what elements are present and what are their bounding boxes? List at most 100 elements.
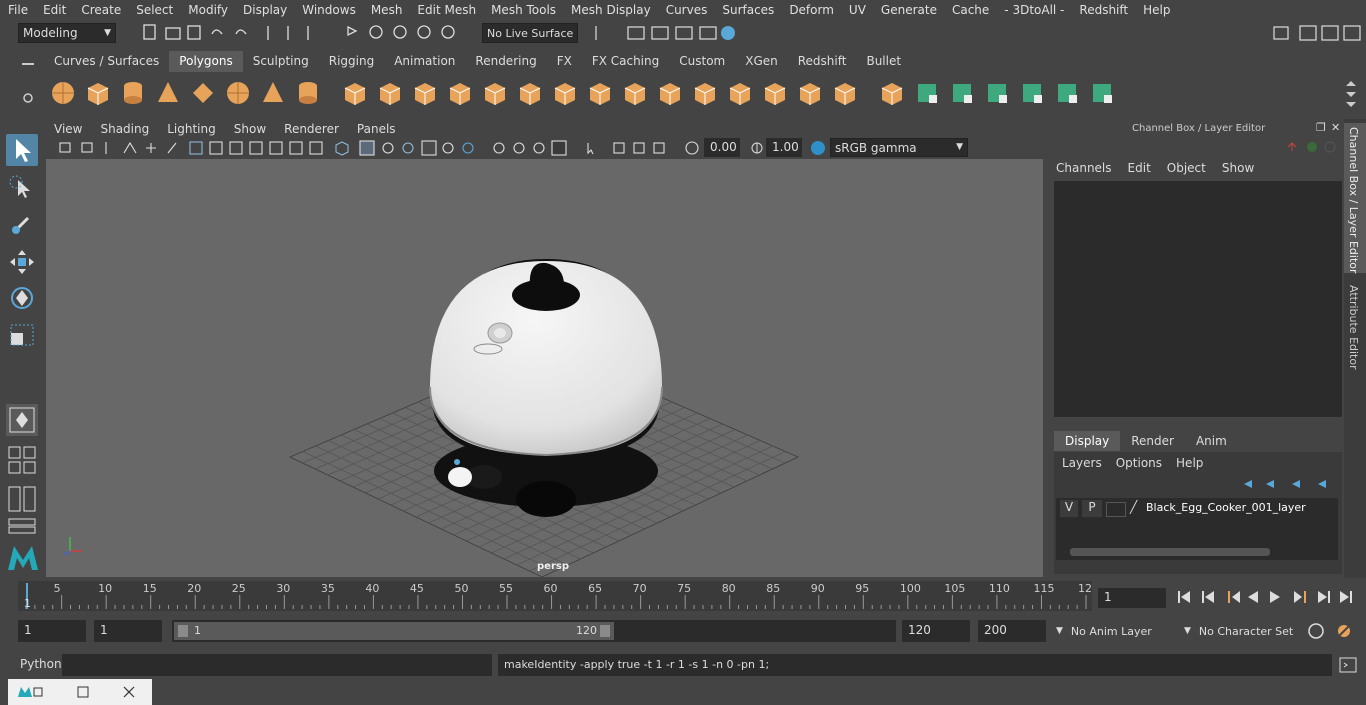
menu-item[interactable]: Redshift bbox=[1071, 3, 1135, 17]
shelf-tab[interactable]: Custom bbox=[669, 51, 735, 72]
shelf-smooth-icon[interactable] bbox=[446, 79, 474, 107]
shelf-append-icon[interactable] bbox=[656, 79, 684, 107]
close-icon[interactable]: ✕ bbox=[1331, 121, 1340, 134]
lasso-tool[interactable] bbox=[6, 172, 38, 204]
range-end-grip[interactable] bbox=[600, 625, 610, 637]
current-frame-field[interactable]: 1 bbox=[1098, 588, 1166, 608]
layer-name[interactable]: Black_Egg_Cooker_001_layer bbox=[1146, 501, 1306, 514]
shelf-torus-icon[interactable] bbox=[224, 79, 252, 107]
shelf-pyramid-icon[interactable] bbox=[259, 79, 287, 107]
layer-menu-item[interactable]: Help bbox=[1176, 456, 1203, 470]
shelf-bevel-icon[interactable] bbox=[586, 79, 614, 107]
scale-tool[interactable] bbox=[6, 320, 38, 352]
shelf-combine-icon[interactable] bbox=[341, 79, 369, 107]
viewport-menu-item[interactable]: Show bbox=[224, 120, 274, 138]
shelf-plane-icon[interactable] bbox=[189, 79, 217, 107]
shelf-tab[interactable]: XGen bbox=[735, 51, 788, 72]
shelf-target-icon[interactable] bbox=[831, 79, 859, 107]
shelf-scroll-arrows[interactable] bbox=[1342, 78, 1360, 110]
shelf-offset-icon[interactable] bbox=[948, 79, 976, 107]
playback-controls[interactable] bbox=[1172, 586, 1362, 608]
move-tool[interactable] bbox=[6, 246, 38, 278]
maximize-icon[interactable] bbox=[76, 685, 90, 699]
layer-list-scrollbar[interactable] bbox=[1070, 548, 1270, 556]
shelf-tab[interactable]: Redshift bbox=[788, 51, 857, 72]
shelf-tab[interactable]: Rendering bbox=[465, 51, 546, 72]
shelf-bevel2-icon[interactable] bbox=[878, 79, 906, 107]
layer-row[interactable]: V P ╱ Black_Egg_Cooker_001_layer bbox=[1058, 500, 1338, 518]
shelf-tab[interactable]: Rigging bbox=[319, 51, 384, 72]
channel-box-menu-item[interactable]: Show bbox=[1222, 161, 1254, 175]
menu-item[interactable]: Cache bbox=[944, 3, 996, 17]
close-window-icon[interactable] bbox=[122, 685, 136, 699]
layer-tool-icons[interactable] bbox=[1240, 476, 1340, 492]
shelf-uv2-icon[interactable] bbox=[1018, 79, 1046, 107]
range-slider-handle[interactable]: 1 120 bbox=[174, 622, 614, 640]
shelf-uv1-icon[interactable] bbox=[983, 79, 1011, 107]
playback-end-field[interactable]: 120 bbox=[902, 620, 970, 642]
menu-item[interactable]: Mesh bbox=[363, 3, 410, 17]
shelf-sphere-icon[interactable] bbox=[49, 79, 77, 107]
menu-item[interactable]: Mesh Tools bbox=[483, 3, 563, 17]
channel-box-menu-item[interactable]: Channels bbox=[1056, 161, 1112, 175]
layer-tab[interactable]: Anim bbox=[1185, 431, 1238, 451]
shelf-extrude-icon[interactable] bbox=[621, 79, 649, 107]
menu-item[interactable]: Surfaces bbox=[714, 3, 781, 17]
tab-channel-box[interactable]: Channel Box / Layer Editor bbox=[1344, 123, 1366, 274]
shelf-pipe-icon[interactable] bbox=[294, 79, 322, 107]
mode-dropdown[interactable]: Modeling ▼ bbox=[18, 23, 116, 43]
exposure-field[interactable]: 0.00 bbox=[704, 138, 740, 157]
viewport-menu-item[interactable]: View bbox=[44, 120, 90, 138]
viewport-menu-item[interactable]: Shading bbox=[90, 120, 157, 138]
scene-canvas[interactable]: persp bbox=[46, 159, 1043, 577]
layer-menu-item[interactable]: Options bbox=[1116, 456, 1162, 470]
menu-item[interactable]: Edit Mesh bbox=[409, 3, 483, 17]
viewport-menu-item[interactable]: Lighting bbox=[157, 120, 224, 138]
time-ruler[interactable]: 5 10 15 20 25 30 35 40 45 50 55 60 65 70 75 80 85 90 95 100… bbox=[18, 581, 1092, 611]
layout-single-icon[interactable] bbox=[6, 404, 38, 436]
viewport-menu-item[interactable]: Renderer bbox=[274, 120, 347, 138]
shelf-mirror-icon[interactable] bbox=[516, 79, 544, 107]
shelf-tab[interactable]: Sculpting bbox=[243, 51, 319, 72]
menu-item[interactable]: - 3DtoAll - bbox=[996, 3, 1071, 17]
shelf-bridge-icon[interactable] bbox=[551, 79, 579, 107]
channel-box-icons[interactable] bbox=[1284, 139, 1340, 155]
shelf-menu-icon[interactable] bbox=[18, 54, 38, 119]
menu-item[interactable]: Deform bbox=[781, 3, 841, 17]
shelf-tab[interactable]: Animation bbox=[384, 51, 465, 72]
color-management-icon[interactable] bbox=[809, 139, 827, 157]
anim-prefs-icons[interactable] bbox=[1304, 620, 1364, 642]
layer-tab[interactable]: Display bbox=[1054, 431, 1121, 451]
layout-four-icon[interactable] bbox=[6, 444, 38, 476]
perspective-viewport[interactable]: persp bbox=[46, 159, 1043, 577]
rotate-tool[interactable] bbox=[6, 282, 38, 314]
menu-item[interactable]: Select bbox=[128, 3, 180, 17]
time-slider[interactable]: 5 10 15 20 25 30 35 40 45 50 55 60 65 70 75 80 85 90 95 100… bbox=[18, 581, 1092, 611]
script-editor-icon[interactable] bbox=[1338, 656, 1358, 674]
layer-visibility-toggle[interactable]: V bbox=[1060, 500, 1078, 517]
layer-color-swatch[interactable] bbox=[1106, 502, 1126, 517]
paint-select-tool[interactable] bbox=[6, 208, 38, 240]
range-slider[interactable]: 1 120 bbox=[172, 620, 896, 642]
menu-item[interactable]: Modify bbox=[180, 3, 235, 17]
layer-menu-item[interactable]: Layers bbox=[1062, 456, 1102, 470]
menu-item[interactable]: File bbox=[0, 3, 35, 17]
viewport-tool-icons[interactable] bbox=[54, 139, 714, 157]
menu-item[interactable]: Curves bbox=[658, 3, 715, 17]
render-tools-icons[interactable] bbox=[592, 22, 742, 44]
layer-tab[interactable]: Render bbox=[1120, 431, 1185, 451]
scene-end-field[interactable]: 200 bbox=[978, 620, 1046, 642]
layer-playback-toggle[interactable]: P bbox=[1082, 500, 1102, 517]
file-tools-icons[interactable] bbox=[138, 22, 478, 44]
menu-item[interactable]: Mesh Display bbox=[563, 3, 658, 17]
menu-item[interactable]: Create bbox=[73, 3, 128, 17]
workspace-icons[interactable] bbox=[1270, 22, 1366, 44]
live-surface-field[interactable]: No Live Surface bbox=[482, 23, 578, 43]
menu-item[interactable]: Help bbox=[1135, 3, 1177, 17]
layout-split-icon[interactable] bbox=[6, 484, 38, 516]
shelf-cube-icon[interactable] bbox=[84, 79, 112, 107]
select-tool[interactable] bbox=[6, 134, 38, 166]
menu-item[interactable]: UV bbox=[841, 3, 873, 17]
menu-item[interactable]: Windows bbox=[294, 3, 363, 17]
shelf-split-icon[interactable] bbox=[726, 79, 754, 107]
